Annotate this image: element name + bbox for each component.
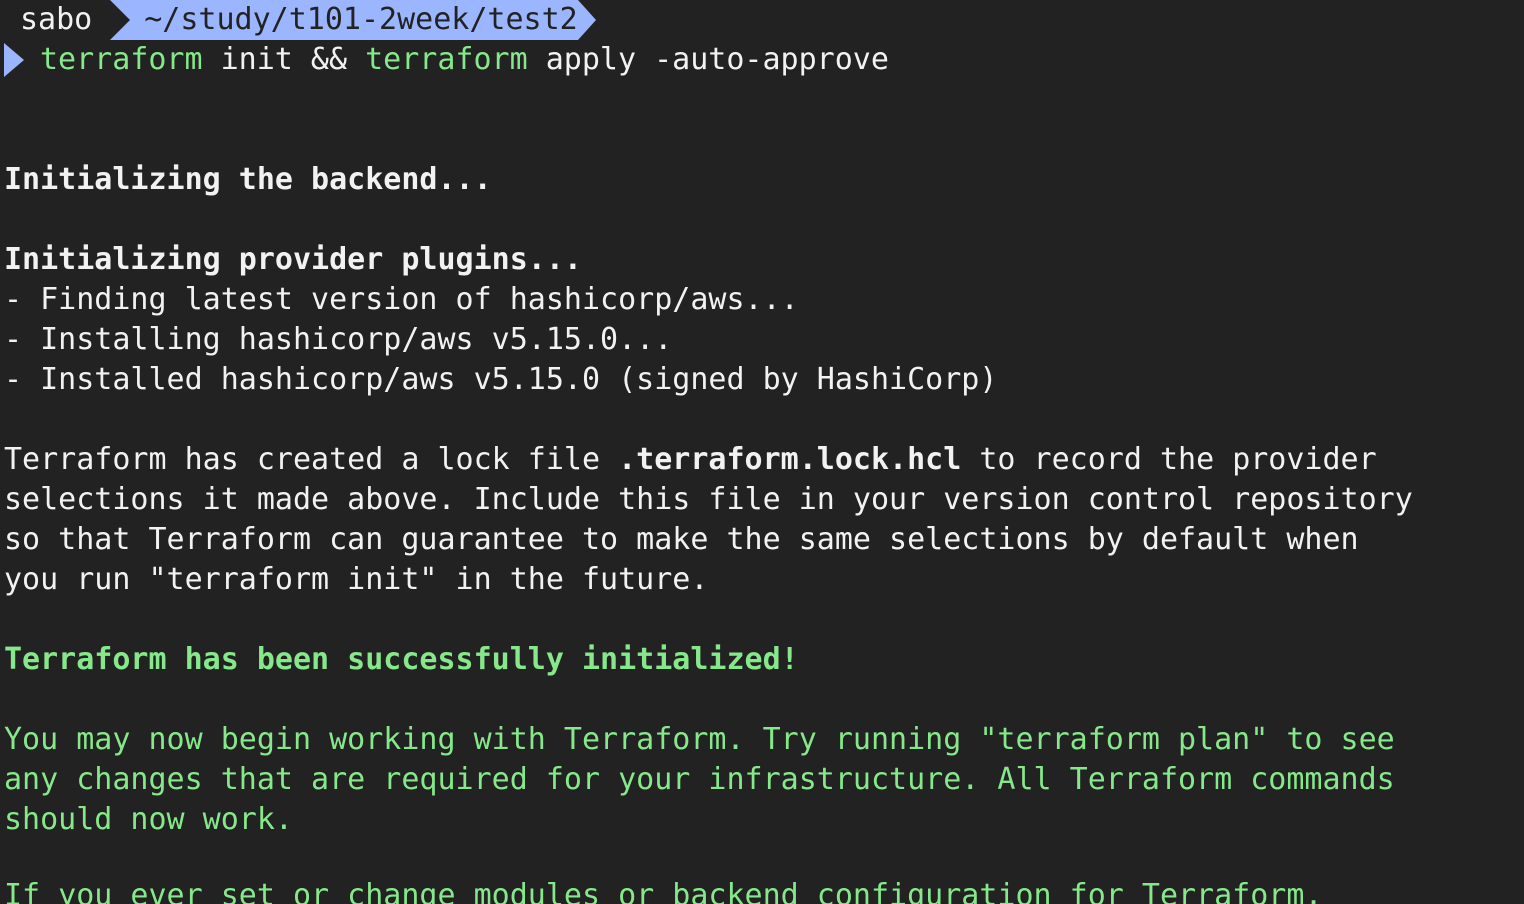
output-line-may-3: should now work. <box>4 802 293 837</box>
lock-text: to record the provider <box>961 442 1377 477</box>
prompt-caret-icon <box>4 43 24 77</box>
command-token: terraform <box>40 42 203 77</box>
output-line-plugins: Initializing provider plugins... <box>4 242 582 277</box>
lock-text: Terraform has created a lock file <box>4 442 619 477</box>
output-line-lock-1: Terraform has created a lock file .terra… <box>4 440 1377 480</box>
output-line-lock-3: so that Terraform can guarantee to make … <box>4 522 1359 557</box>
prompt-segment: sabo ~/study/t101-2week/test2 <box>0 0 596 40</box>
output-line-may-2: any changes that are required for your i… <box>4 762 1395 797</box>
output-line-partial: If you ever set or change modules or bac… <box>4 878 1323 904</box>
command-token: apply -auto-approve <box>527 42 889 77</box>
output-line-installing: - Installing hashicorp/aws v5.15.0... <box>4 322 673 357</box>
prompt-user: sabo <box>0 0 111 40</box>
output-line-backend: Initializing the backend... <box>4 162 492 197</box>
output-line-lock-2: selections it made above. Include this f… <box>4 482 1413 517</box>
prompt-path: ~/study/t101-2week/test2 <box>130 0 578 40</box>
prompt-separator-icon <box>110 0 131 40</box>
command-token: terraform <box>365 42 528 77</box>
command-token: init && <box>202 42 366 77</box>
lock-filename: .terraform.lock.hcl <box>618 442 962 477</box>
command-line: terraform init && terraform apply -auto-… <box>0 40 889 80</box>
prompt-arrow-icon <box>577 0 596 40</box>
output-line-finding: - Finding latest version of hashicorp/aw… <box>4 282 799 317</box>
output-line-lock-4: you run "terraform init" in the future. <box>4 562 709 597</box>
output-line-may-1: You may now begin working with Terraform… <box>4 722 1395 757</box>
output-line-installed: - Installed hashicorp/aws v5.15.0 (signe… <box>4 362 998 397</box>
output-line-success: Terraform has been successfully initiali… <box>4 642 799 677</box>
terminal-window[interactable]: sabo ~/study/t101-2week/test2 terraform … <box>0 0 1524 904</box>
